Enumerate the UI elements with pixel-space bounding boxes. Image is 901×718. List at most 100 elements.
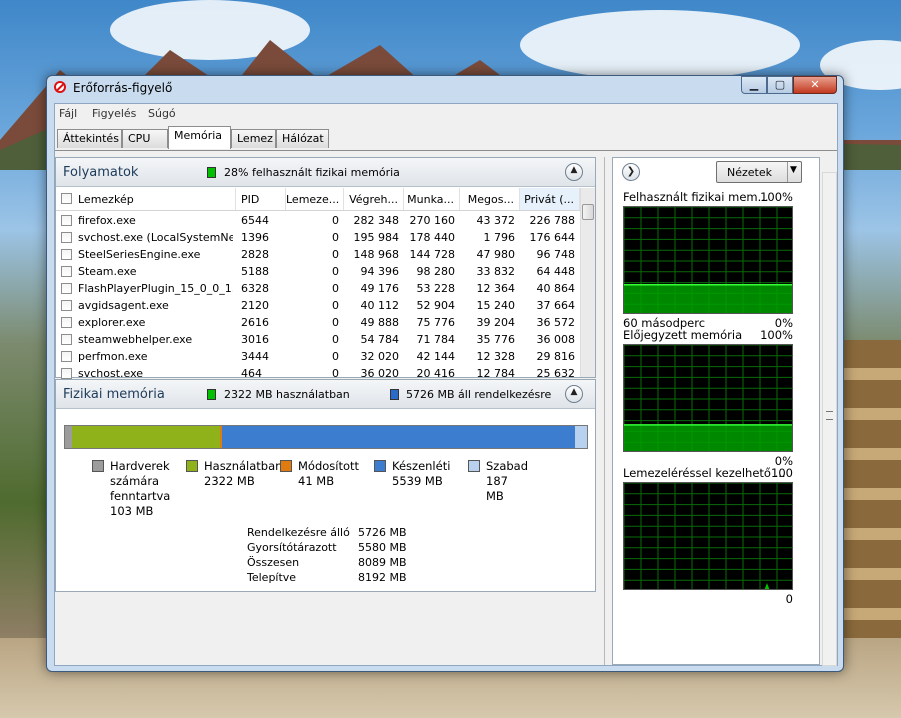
graph-title: Felhasznált fizikai mem... <box>623 190 769 204</box>
tab-overview[interactable]: Áttekintés <box>57 129 122 148</box>
cell-commit: 49 176 <box>360 282 400 295</box>
cell-commit: 32 020 <box>360 350 400 363</box>
cell-working-set: 144 728 <box>409 248 456 261</box>
graph-min: 0 <box>785 592 793 606</box>
select-all-checkbox[interactable] <box>61 193 72 204</box>
graph-pane-scrollbar[interactable] <box>822 172 837 666</box>
pane-splitter[interactable] <box>604 157 605 665</box>
cell-image: steamwebhelper.exe <box>78 333 193 346</box>
row-checkbox[interactable] <box>61 283 72 294</box>
views-label: Nézetek <box>727 166 772 179</box>
cell-pid: 6328 <box>241 282 269 295</box>
col-working-set[interactable]: Munka... <box>404 188 460 210</box>
physical-memory-header[interactable]: Fizikai memória 2322 MB használatban 572… <box>56 380 595 409</box>
cell-working-set: 98 280 <box>416 265 456 278</box>
menu-file[interactable]: Fájl <box>59 107 77 120</box>
chevron-right-icon: ❯ <box>626 166 636 177</box>
col-shareable[interactable]: Megos... <box>460 188 520 210</box>
cell-hard-faults: 0 <box>332 265 339 278</box>
legend-swatch <box>92 460 104 472</box>
col-hard-faults[interactable]: Lemeze... <box>286 188 344 210</box>
tab-cpu[interactable]: CPU <box>122 129 168 148</box>
menu-help[interactable]: Súgó <box>148 107 176 120</box>
row-checkbox[interactable] <box>61 317 72 328</box>
col-commit[interactable]: Végreh... <box>344 188 404 210</box>
legend-line: fenntartva <box>110 489 171 503</box>
maximize-button[interactable]: ▢ <box>767 76 793 94</box>
tab-disk[interactable]: Lemez <box>231 129 276 148</box>
graph-pane: ❯ Nézetek ▼ Felhasznált fizikai mem... 10… <box>612 157 820 665</box>
graph-title: Lemezeléréssel kezelhető ... <box>623 466 786 480</box>
table-row[interactable]: explorer.exe 2616 0 49 888 75 776 39 204 36 57… <box>56 314 580 331</box>
collapse-graphs-button[interactable]: ❯ <box>622 163 640 181</box>
table-row[interactable]: Steam.exe 5188 0 94 396 98 280 33 832 64 448 <box>56 263 580 280</box>
table-row[interactable]: avgidsagent.exe 2120 0 40 112 52 904 15 240 37… <box>56 297 580 314</box>
scroll-thumb[interactable] <box>582 204 594 220</box>
cell-commit: 49 888 <box>360 316 400 329</box>
cell-private: 29 816 <box>536 350 576 363</box>
row-checkbox[interactable] <box>61 351 72 362</box>
title-bar[interactable]: Erőforrás-figyelő ▁ ▢ ✕ <box>47 76 843 102</box>
cell-image: FlashPlayerPlugin_15_0_0_1... <box>78 282 233 295</box>
chevron-up-icon: ▲ <box>570 387 578 397</box>
menu-monitor[interactable]: Figyelés <box>92 107 136 120</box>
table-row[interactable]: FlashPlayerPlugin_15_0_0_1... 6328 0 49 176… <box>56 280 580 297</box>
tab-memory[interactable]: Memória <box>168 126 231 149</box>
processes-title: Folyamatok <box>63 165 139 180</box>
tab-bar: Áttekintés CPU Memória Lemez Hálózat <box>55 126 837 150</box>
available-swatch <box>390 389 399 400</box>
col-pid[interactable]: PID <box>236 188 286 210</box>
processes-header[interactable]: Folyamatok 28% felhasznált fizikai memór… <box>56 158 595 187</box>
resource-monitor-window: Erőforrás-figyelő ▁ ▢ ✕ Fájl Figyelés Sú… <box>46 75 844 672</box>
cell-pid: 2616 <box>241 316 269 329</box>
processes-collapse-button[interactable]: ▲ <box>565 163 583 181</box>
usage-spike <box>764 583 770 589</box>
row-checkbox[interactable] <box>61 334 72 345</box>
cell-private: 40 864 <box>536 282 576 295</box>
usage-graph <box>623 344 793 452</box>
row-checkbox[interactable] <box>61 368 72 379</box>
col-image[interactable]: Lemezkép <box>56 188 236 210</box>
legend-line: Módosított <box>298 459 360 473</box>
table-row[interactable]: perfmon.exe 3444 0 32 020 42 144 12 328 29 816 <box>56 348 580 365</box>
minimize-button[interactable]: ▁ <box>741 76 767 94</box>
row-checkbox[interactable] <box>61 300 72 311</box>
cell-hard-faults: 0 <box>332 333 339 346</box>
cell-shareable: 12 328 <box>476 350 516 363</box>
row-checkbox[interactable] <box>61 249 72 260</box>
cell-shareable: 33 832 <box>476 265 516 278</box>
row-checkbox[interactable] <box>61 266 72 277</box>
resource-monitor-icon <box>54 81 66 93</box>
window-title: Erőforrás-figyelő <box>73 81 173 95</box>
cell-shareable: 12 364 <box>476 282 516 295</box>
col-private[interactable]: Privát (... <box>520 188 580 210</box>
process-table-header: Lemezkép PID Lemeze... Végreh... Munka..… <box>56 188 580 211</box>
cell-shareable: 47 980 <box>476 248 516 261</box>
col-image-label: Lemezkép <box>78 193 134 206</box>
table-row[interactable]: SteelSeriesEngine.exe 2828 0 148 968 144 728… <box>56 246 580 263</box>
row-checkbox[interactable] <box>61 232 72 243</box>
close-button[interactable]: ✕ <box>793 76 837 94</box>
minimize-icon: ▁ <box>749 78 759 91</box>
table-row[interactable]: firefox.exe 6544 0 282 348 270 160 43 372 226 … <box>56 212 580 229</box>
legend-line: Használatban <box>204 459 283 473</box>
views-dropdown-button[interactable]: Nézetek ▼ <box>716 161 802 183</box>
table-row[interactable]: steamwebhelper.exe 3016 0 54 784 71 784 35 77… <box>56 331 580 348</box>
memory-used-summary: 28% felhasznált fizikai memória <box>224 166 400 179</box>
row-checkbox[interactable] <box>61 215 72 226</box>
cell-working-set: 178 440 <box>409 231 456 244</box>
cell-hard-faults: 0 <box>332 299 339 312</box>
physical-memory-collapse-button[interactable]: ▲ <box>565 385 583 403</box>
process-scrollbar[interactable] <box>580 188 595 377</box>
cell-commit: 148 968 <box>353 248 400 261</box>
legend-swatch <box>468 460 480 472</box>
stat-value: 8192 MB <box>358 571 407 584</box>
cell-working-set: 270 160 <box>409 214 456 227</box>
cell-commit: 54 784 <box>360 333 400 346</box>
cell-shareable: 43 372 <box>476 214 516 227</box>
legend-line: 5539 MB <box>392 474 443 488</box>
memory-usage-bar <box>64 425 588 449</box>
tab-network[interactable]: Hálózat <box>276 129 329 148</box>
table-row[interactable]: svchost.exe (LocalSystemNet... 1396 0 195 9… <box>56 229 580 246</box>
cell-working-set: 42 144 <box>416 350 456 363</box>
